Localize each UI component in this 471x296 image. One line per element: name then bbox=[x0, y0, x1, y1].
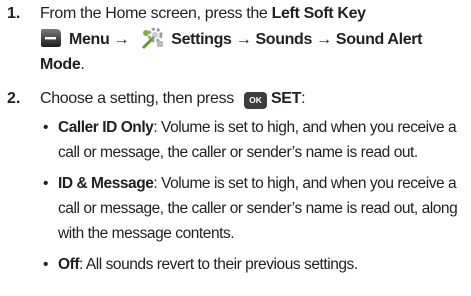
bullet: • bbox=[43, 256, 48, 273]
step-number: 2. bbox=[7, 90, 21, 107]
sound-alert-label: Sound Alert bbox=[335, 31, 423, 48]
list-item: • Off: All sounds revert to their previo… bbox=[40, 252, 471, 277]
colon: : bbox=[301, 90, 306, 107]
step-text: Choose a setting, then press bbox=[40, 90, 238, 107]
arrow: → bbox=[235, 31, 252, 48]
step-number: 1. bbox=[7, 5, 21, 22]
arrow: → bbox=[113, 31, 130, 48]
option-description: : All sounds revert to their previous se… bbox=[79, 256, 358, 273]
left-soft-key-icon bbox=[40, 28, 62, 48]
bullet: • bbox=[43, 175, 48, 192]
period: . bbox=[80, 56, 85, 73]
step-1: 1. From the Home screen, press the Left … bbox=[0, 1, 471, 77]
options-list: • Caller ID Only: Volume is set to high,… bbox=[40, 115, 471, 277]
ok-key-icon: OK bbox=[243, 92, 267, 109]
option-term: ID & Message bbox=[58, 175, 154, 192]
option-term: Caller ID Only bbox=[58, 119, 154, 136]
list-item: • ID & Message: Volume is set to high, a… bbox=[40, 171, 471, 246]
step-text: From the Home screen, press the bbox=[40, 5, 272, 22]
settings-label: Settings bbox=[171, 31, 232, 48]
sounds-label: Sounds bbox=[255, 31, 313, 48]
mode-label: Mode bbox=[40, 56, 81, 73]
list-item: • Caller ID Only: Volume is set to high,… bbox=[40, 115, 471, 165]
left-soft-key-label: Left Soft Key bbox=[271, 5, 366, 22]
bullet: • bbox=[43, 119, 48, 136]
set-label: SET bbox=[270, 90, 302, 107]
menu-label: Menu bbox=[69, 31, 110, 48]
option-term: Off bbox=[58, 256, 80, 273]
arrow: → bbox=[316, 31, 332, 48]
step-2: 2. Choose a setting, then press OK SET: •… bbox=[0, 86, 471, 277]
settings-icon bbox=[139, 26, 165, 50]
instruction-steps: 1. From the Home screen, press the Left … bbox=[0, 0, 471, 283]
